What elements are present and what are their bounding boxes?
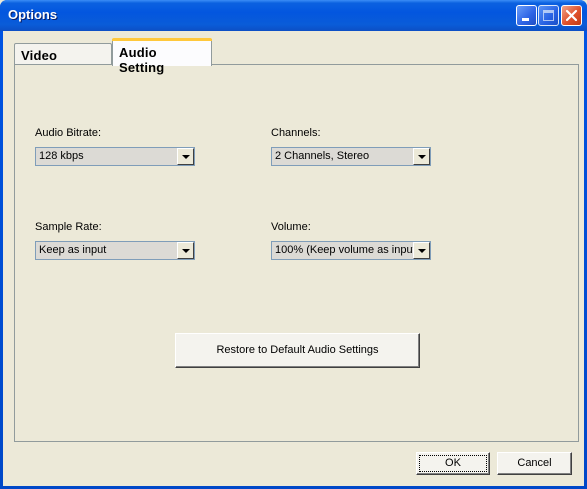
audio-settings-panel: Audio Bitrate: 128 kbps Channels: 2 Chan…: [14, 64, 579, 442]
volume-value: 100% (Keep volume as input): [275, 244, 420, 256]
volume-label: Volume:: [271, 221, 311, 233]
sample-rate-select[interactable]: Keep as input: [35, 241, 195, 260]
audio-bitrate-label: Audio Bitrate:: [35, 127, 102, 139]
sample-rate-label: Sample Rate:: [35, 221, 102, 233]
restore-defaults-button[interactable]: Restore to Default Audio Settings: [175, 333, 420, 368]
cancel-button[interactable]: Cancel: [497, 452, 572, 475]
channels-value: 2 Channels, Stereo: [275, 150, 370, 162]
ok-button[interactable]: OK: [416, 452, 490, 475]
tab-audio-setting[interactable]: Audio Setting: [112, 38, 212, 75]
channels-label: Channels:: [271, 127, 321, 139]
chevron-down-icon[interactable]: [413, 242, 430, 259]
sample-rate-value: Keep as input: [39, 244, 107, 256]
maximize-icon: [543, 10, 554, 21]
close-icon: [565, 9, 578, 22]
minimize-button[interactable]: [516, 5, 537, 26]
chevron-down-icon[interactable]: [177, 242, 194, 259]
audio-bitrate-value: 128 kbps: [39, 150, 84, 162]
volume-select[interactable]: 100% (Keep volume as input): [271, 241, 431, 260]
minimize-icon: [522, 18, 529, 21]
title-bar[interactable]: Options: [0, 0, 587, 31]
channels-select[interactable]: 2 Channels, Stereo: [271, 147, 431, 166]
maximize-button[interactable]: [538, 5, 559, 26]
window-title: Options: [8, 7, 58, 22]
dialog-client-area: Video Setting Audio Setting Audio Bitrat…: [3, 31, 584, 486]
tab-video-setting[interactable]: Video Setting: [14, 43, 112, 78]
close-button[interactable]: [561, 5, 582, 26]
chevron-down-icon[interactable]: [177, 148, 194, 165]
chevron-down-icon[interactable]: [413, 148, 430, 165]
audio-bitrate-select[interactable]: 128 kbps: [35, 147, 195, 166]
